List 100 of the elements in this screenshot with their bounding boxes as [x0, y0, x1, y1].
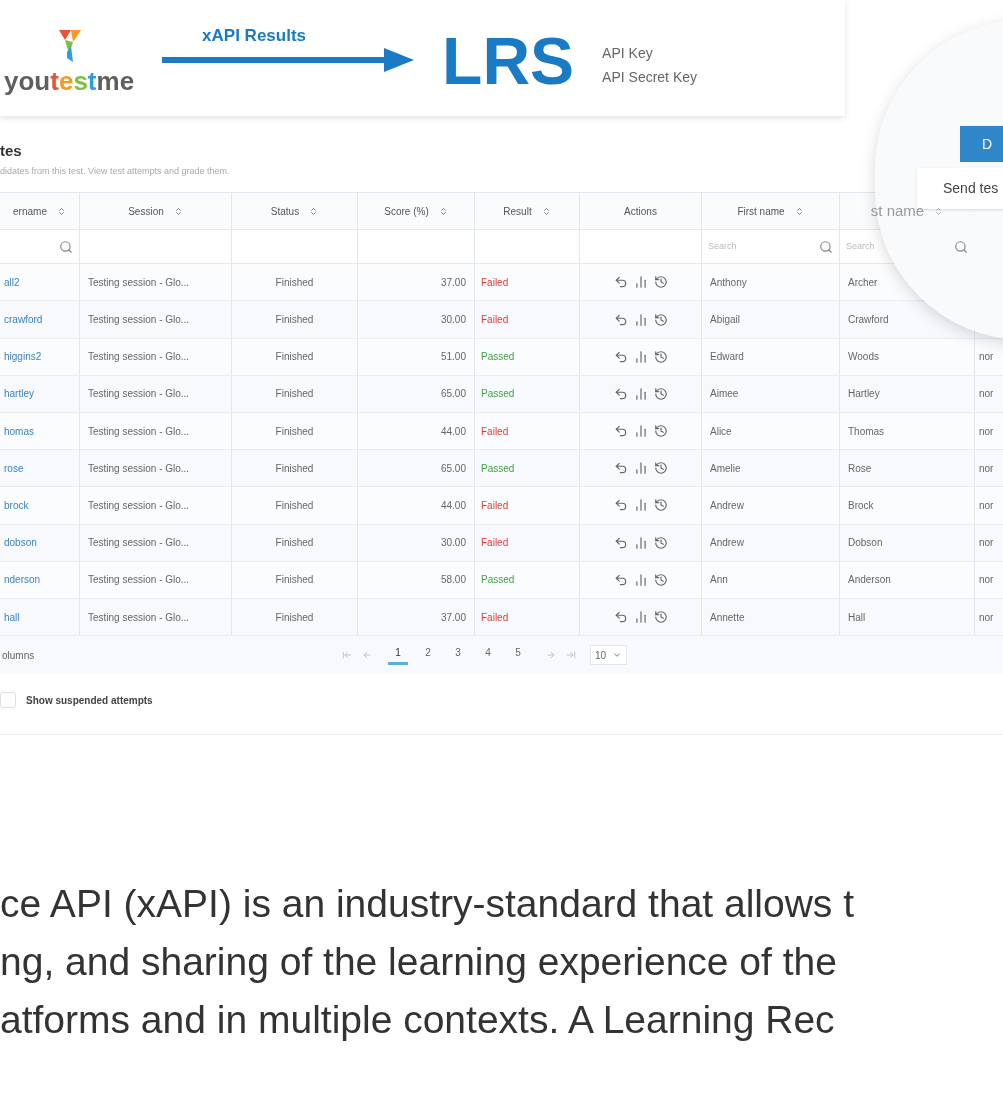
checkbox[interactable] — [0, 692, 16, 709]
right-arrow-icon — [162, 48, 415, 72]
undo-icon[interactable] — [613, 424, 628, 439]
column-header[interactable]: Status — [270, 203, 300, 219]
search-icon[interactable] — [59, 239, 73, 254]
history-icon[interactable] — [653, 572, 668, 587]
column-header[interactable]: ername — [13, 203, 47, 219]
page-size-select[interactable]: 10 — [590, 645, 628, 666]
score-cell-text: 30.00 — [440, 536, 466, 551]
page-button[interactable]: 3 — [448, 645, 468, 666]
username-link[interactable]: all2 — [4, 274, 20, 290]
sort-icon[interactable] — [541, 206, 551, 216]
history-icon[interactable] — [653, 610, 668, 625]
status-cell-text: Finished — [275, 461, 314, 476]
column-header[interactable]: Result — [503, 203, 532, 219]
session-cell-text: Testing session - Glo... — [88, 387, 190, 402]
table-cell-text: nor — [979, 461, 994, 476]
first-name-cell-text: Amelie — [710, 461, 741, 476]
page-button[interactable]: 5 — [508, 645, 528, 666]
columns-label[interactable]: olumns — [2, 647, 342, 663]
score-cell-text: 65.00 — [440, 387, 466, 402]
status-cell-text: Finished — [275, 498, 314, 513]
sort-icon[interactable] — [173, 206, 183, 216]
logo-wordmark: youtestme — [4, 68, 135, 94]
username-link[interactable]: hall — [4, 609, 20, 625]
sort-icon[interactable] — [56, 206, 66, 216]
username-link[interactable]: higgins2 — [4, 349, 42, 365]
username-link[interactable]: crawford — [4, 312, 43, 328]
undo-icon[interactable] — [613, 498, 628, 513]
bar-chart-icon[interactable] — [633, 535, 648, 550]
session-cell-text: Testing session - Glo... — [88, 313, 190, 328]
bar-chart-icon[interactable] — [633, 461, 648, 476]
last-name-cell-text: Crawford — [848, 313, 889, 328]
username-link[interactable]: homas — [4, 423, 34, 439]
session-cell-text: Testing session - Glo... — [88, 573, 190, 588]
undo-icon[interactable] — [613, 572, 628, 587]
undo-icon[interactable] — [613, 349, 628, 364]
checkbox-label: Show suspended attempts — [26, 693, 153, 708]
bar-chart-icon[interactable] — [633, 349, 648, 364]
username-link[interactable]: brock — [4, 497, 29, 513]
sort-icon[interactable] — [438, 206, 448, 216]
column-header[interactable]: Score (%) — [384, 203, 429, 219]
bar-chart-icon[interactable] — [633, 312, 648, 327]
search-icon[interactable] — [819, 239, 833, 254]
sort-icon[interactable] — [309, 206, 319, 216]
dropdown-item[interactable]: Send tes — [917, 168, 1003, 209]
session-cell-text: Testing session - Glo... — [88, 424, 190, 439]
result-cell-text: Passed — [481, 573, 515, 588]
bar-chart-icon[interactable] — [633, 424, 648, 439]
last-name-cell-text: Thomas — [848, 424, 885, 439]
paragraph-line: ce API (xAPI) is an industry-standard that allows t — [0, 881, 856, 928]
status-cell-text: Finished — [275, 573, 314, 588]
history-icon[interactable] — [653, 312, 668, 327]
column-header[interactable]: Session — [128, 203, 164, 219]
history-icon[interactable] — [653, 386, 668, 401]
status-cell-text: Finished — [275, 610, 314, 625]
undo-icon[interactable] — [613, 535, 628, 550]
score-cell-text: 37.00 — [440, 610, 466, 625]
history-icon[interactable] — [653, 498, 668, 513]
last-name-cell-text: Hall — [848, 610, 866, 625]
history-icon[interactable] — [653, 535, 668, 550]
undo-icon[interactable] — [613, 386, 628, 401]
status-cell-text: Finished — [275, 350, 314, 365]
undo-icon[interactable] — [613, 312, 628, 327]
table-cell-text: nor — [979, 610, 994, 625]
table-cell-text: nor — [979, 424, 994, 439]
bar-chart-icon[interactable] — [633, 498, 648, 513]
status-cell-text: Finished — [275, 387, 314, 402]
first-name-cell-text: Edward — [710, 350, 744, 365]
username-link[interactable]: hartley — [4, 386, 34, 402]
sort-icon[interactable] — [794, 206, 804, 216]
undo-icon[interactable] — [613, 461, 628, 476]
bar-chart-icon[interactable] — [633, 610, 648, 625]
bar-chart-icon[interactable] — [633, 275, 648, 290]
score-cell-text: 58.00 — [440, 573, 466, 588]
result-cell-text: Passed — [481, 350, 515, 365]
primary-button[interactable]: D — [960, 126, 1003, 162]
history-icon[interactable] — [653, 461, 668, 476]
score-cell-text: 51.00 — [440, 350, 466, 365]
page-button[interactable]: 2 — [418, 645, 438, 666]
column-header[interactable]: First name — [737, 203, 785, 219]
username-link[interactable]: rose — [4, 460, 24, 476]
history-icon[interactable] — [653, 275, 668, 290]
credential-label: API Key — [602, 44, 654, 63]
search-icon[interactable] — [954, 239, 968, 254]
bar-chart-icon[interactable] — [633, 386, 648, 401]
username-link[interactable]: dobson — [4, 535, 37, 551]
table-cell-text: nor — [979, 350, 994, 365]
history-icon[interactable] — [653, 349, 668, 364]
page-button[interactable]: 1 — [388, 645, 408, 666]
last-name-cell-text: Anderson — [848, 573, 891, 588]
undo-icon[interactable] — [613, 275, 628, 290]
sort-icon[interactable] — [934, 206, 944, 216]
undo-icon[interactable] — [613, 610, 628, 625]
history-icon[interactable] — [653, 424, 668, 439]
result-cell-text: Failed — [481, 610, 509, 625]
username-link[interactable]: nderson — [4, 572, 41, 588]
page-button[interactable]: 4 — [478, 645, 498, 666]
column-header[interactable]: Actions — [624, 203, 657, 219]
bar-chart-icon[interactable] — [633, 572, 648, 587]
